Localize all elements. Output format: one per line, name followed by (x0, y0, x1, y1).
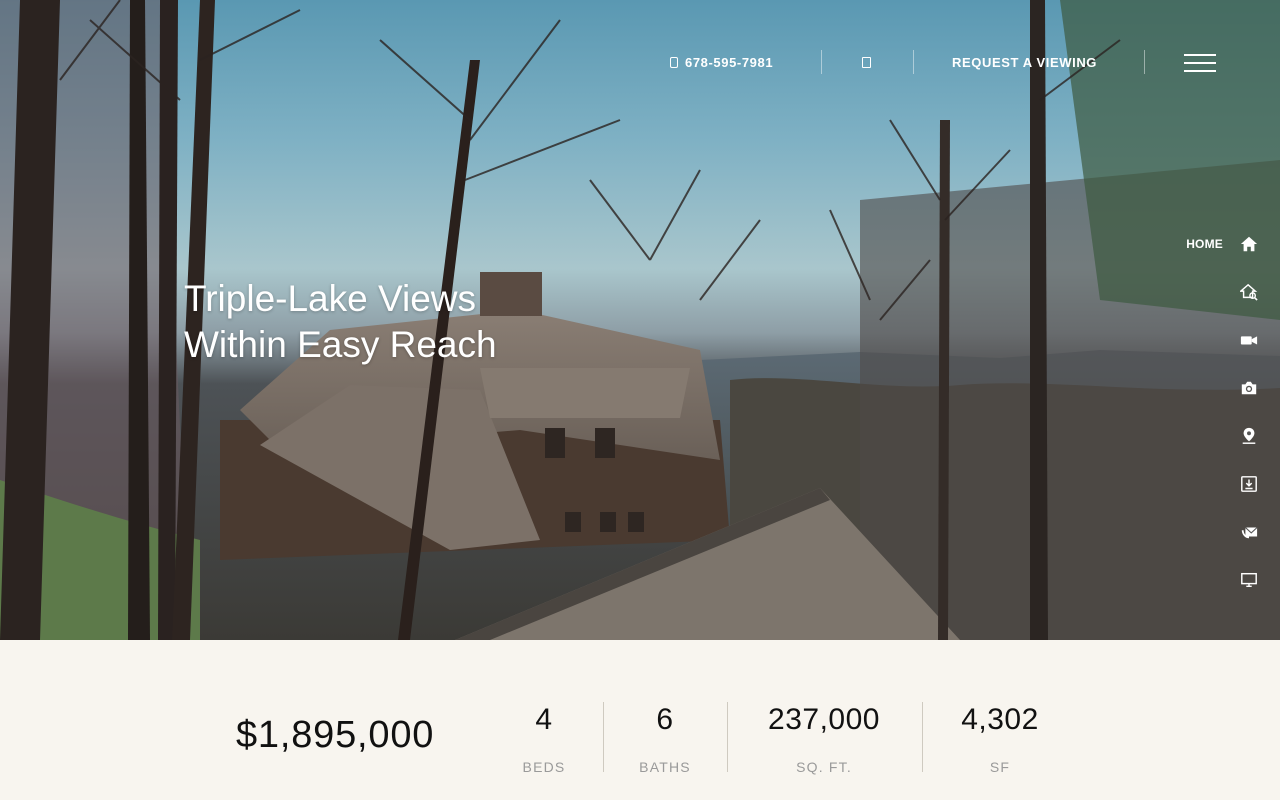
stat-sqft: 237,000 SQ. FT. (754, 702, 894, 775)
beds-label: BEDS (522, 759, 566, 775)
sqft-value: 237,000 (768, 703, 880, 736)
sidenav-item-video[interactable] (1180, 316, 1270, 364)
phone-number: 678-595-7981 (685, 54, 774, 70)
sidenav-item-home[interactable]: HOME (1180, 220, 1270, 268)
stat-divider (922, 702, 923, 772)
hero-section: 678-595-7981 REQUEST A VIEWING Triple-La… (0, 0, 1280, 640)
stat-sf: 4,302 SF (950, 702, 1050, 775)
topbar-divider (913, 50, 914, 74)
topbar-divider (821, 50, 822, 74)
topbar-divider (1144, 50, 1145, 74)
download-icon (1239, 474, 1259, 494)
home-icon (1239, 234, 1259, 254)
top-bar: 678-595-7981 REQUEST A VIEWING (0, 48, 1280, 76)
stat-divider (603, 702, 604, 772)
beds-value: 4 (535, 703, 553, 736)
stat-divider (727, 702, 728, 772)
stat-beds: 4 BEDS (512, 702, 576, 775)
headline-line-2: Within Easy Reach (184, 324, 497, 365)
sidenav-item-tour[interactable] (1180, 556, 1270, 604)
listing-price: $1,895,000 (236, 714, 435, 756)
stat-baths: 6 BATHS (628, 702, 702, 775)
sidenav-item-property-search[interactable] (1180, 268, 1270, 316)
sqft-label: SQ. FT. (796, 759, 852, 775)
sf-label: SF (989, 759, 1011, 775)
camera-icon (1239, 378, 1259, 398)
baths-label: BATHS (639, 759, 691, 775)
phone-icon (670, 56, 678, 68)
side-nav: HOME (1180, 220, 1270, 604)
hero-headline: Triple-Lake Views Within Easy Reach (184, 276, 497, 368)
sidenav-item-download[interactable] (1180, 460, 1270, 508)
baths-value: 6 (656, 703, 674, 736)
request-viewing-button[interactable]: REQUEST A VIEWING (952, 48, 1097, 76)
email-icon (862, 56, 871, 68)
sidenav-item-map[interactable] (1180, 412, 1270, 460)
property-search-icon (1239, 282, 1259, 302)
sidenav-item-contact[interactable] (1180, 508, 1270, 556)
menu-icon[interactable] (1184, 54, 1216, 72)
map-marker-icon (1239, 426, 1259, 446)
contact-icon (1239, 522, 1259, 542)
phone-link[interactable]: 678-595-7981 (670, 48, 773, 76)
headline-line-1: Triple-Lake Views (184, 278, 477, 319)
monitor-icon (1239, 570, 1259, 590)
video-icon (1239, 330, 1259, 350)
sidenav-item-photos[interactable] (1180, 364, 1270, 412)
email-link[interactable] (862, 48, 871, 76)
sidenav-label-home: HOME (1186, 237, 1223, 251)
sf-value: 4,302 (961, 703, 1039, 736)
